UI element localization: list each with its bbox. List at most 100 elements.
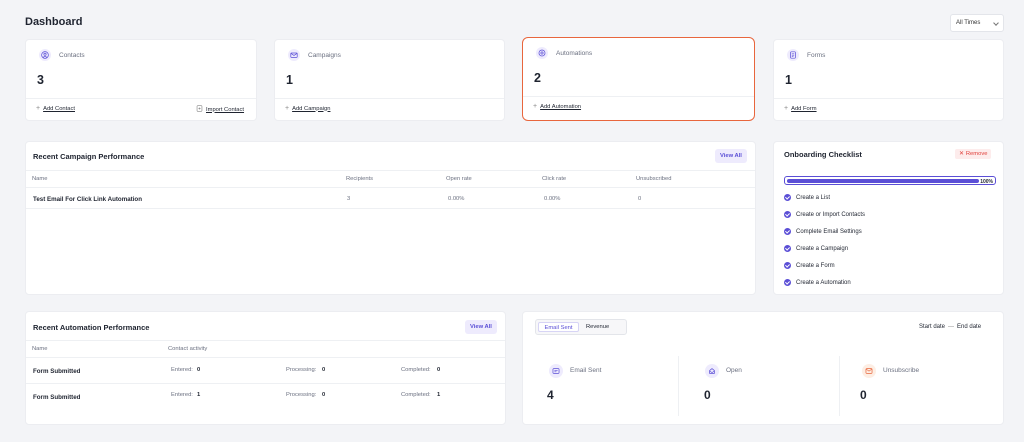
completed-label: Completed: bbox=[401, 367, 431, 373]
automations-count: 2 bbox=[534, 71, 541, 85]
divider bbox=[839, 356, 840, 416]
checklist-item[interactable]: Create a Campaign bbox=[784, 245, 848, 252]
automation-performance-panel: Recent Automation Performance View All N… bbox=[25, 311, 506, 425]
end-date: End date bbox=[957, 324, 982, 330]
checklist-item[interactable]: Create or Import Contacts bbox=[784, 211, 865, 218]
automations-label: Automations bbox=[556, 50, 593, 57]
processing-label: Processing: bbox=[286, 367, 317, 373]
check-circle-icon bbox=[784, 262, 791, 269]
add-contact-link[interactable]: + Add Contact bbox=[36, 105, 75, 112]
campaigns-label: Campaigns bbox=[308, 52, 341, 59]
col-header-unsubscribed: Unsubscribed bbox=[636, 176, 672, 182]
metric-label: Open bbox=[726, 367, 742, 374]
metric-label: Unsubscribe bbox=[883, 367, 920, 374]
unsubscribe-icon bbox=[862, 364, 876, 378]
remove-label: Remove bbox=[965, 151, 988, 157]
automation-name[interactable]: Form Submitted bbox=[33, 394, 80, 401]
plus-icon: + bbox=[36, 105, 41, 112]
time-range-select[interactable]: All Times bbox=[950, 14, 1004, 32]
checklist-item[interactable]: Create a Automation bbox=[784, 279, 851, 286]
automation-icon bbox=[536, 47, 548, 59]
close-icon: ✕ bbox=[959, 151, 964, 157]
add-form-label: Add Form bbox=[791, 105, 817, 112]
metric-value: 4 bbox=[547, 388, 554, 402]
check-circle-icon bbox=[784, 245, 791, 252]
metric-label: Email Sent bbox=[570, 367, 602, 374]
check-circle-icon bbox=[784, 279, 791, 286]
checklist-item-label: Create or Import Contacts bbox=[796, 211, 866, 218]
col-header-click-rate: Click rate bbox=[542, 176, 567, 182]
tab-revenue[interactable]: Revenue bbox=[586, 324, 609, 330]
checklist-item[interactable]: Complete Email Settings bbox=[784, 228, 862, 235]
form-icon bbox=[787, 49, 799, 61]
forms-card: Forms 1 + Add Form bbox=[773, 39, 1004, 121]
contacts-label: Contacts bbox=[59, 52, 85, 59]
add-form-link[interactable]: + Add Form bbox=[784, 105, 817, 112]
divider bbox=[678, 356, 679, 416]
import-contact-link[interactable]: Import Contact bbox=[196, 105, 244, 114]
progress-fill bbox=[786, 178, 979, 183]
add-automation-label: Add Automation bbox=[540, 103, 582, 110]
col-header-name: Name bbox=[32, 176, 48, 182]
add-campaign-link[interactable]: + Add Campaign bbox=[285, 105, 330, 112]
automation-name[interactable]: Form Submitted bbox=[33, 368, 80, 375]
import-icon bbox=[196, 105, 203, 114]
user-circle-icon bbox=[39, 49, 51, 61]
col-header-name: Name bbox=[32, 346, 48, 352]
forms-label: Forms bbox=[807, 52, 826, 59]
campaign-recipients: 3 bbox=[347, 196, 351, 202]
add-automation-link[interactable]: + Add Automation bbox=[533, 103, 581, 110]
checklist-item[interactable]: Create a Form bbox=[784, 262, 835, 269]
campaign-open-rate: 0.00% bbox=[448, 196, 465, 202]
add-contact-label: Add Contact bbox=[43, 105, 75, 112]
add-campaign-label: Add Campaign bbox=[292, 105, 331, 112]
checklist-item-label: Create a Campaign bbox=[796, 245, 849, 252]
chevron-down-icon bbox=[993, 20, 999, 26]
plus-icon: + bbox=[784, 105, 789, 112]
automation-performance-title: Recent Automation Performance bbox=[33, 323, 150, 332]
check-circle-icon bbox=[784, 228, 791, 235]
email-sent-icon bbox=[549, 364, 563, 378]
campaigns-card: Campaigns 1 + Add Campaign bbox=[274, 39, 505, 121]
metric-value: 0 bbox=[704, 388, 711, 402]
automations-card: Automations 2 + Add Automation bbox=[522, 37, 755, 121]
divider bbox=[26, 340, 505, 341]
open-icon bbox=[705, 364, 719, 378]
campaign-performance-panel: Recent Campaign Performance View All Nam… bbox=[25, 141, 756, 295]
col-header-open-rate: Open rate bbox=[446, 176, 472, 182]
start-date: Start date bbox=[919, 324, 946, 330]
check-circle-icon bbox=[784, 194, 791, 201]
divider bbox=[26, 170, 755, 171]
date-range-arrow: — bbox=[948, 324, 955, 330]
divider bbox=[26, 383, 505, 384]
checklist-item-label: Create a Automation bbox=[796, 279, 851, 286]
onboarding-title: Onboarding Checklist bbox=[784, 150, 862, 159]
tab-email-sent[interactable]: Email Sent bbox=[538, 322, 579, 332]
completed-value: 0 bbox=[437, 367, 441, 373]
divider bbox=[26, 187, 755, 188]
checklist-item-label: Create a List bbox=[796, 194, 831, 201]
metric-value: 0 bbox=[860, 388, 867, 402]
progress-bar: 100% bbox=[784, 176, 996, 185]
divider bbox=[523, 96, 754, 97]
date-range-picker[interactable]: Start date — End date bbox=[919, 324, 981, 330]
entered-label: Entered: bbox=[171, 367, 193, 373]
campaign-name[interactable]: Test Email For Click Link Automation bbox=[33, 196, 142, 203]
entered-label: Entered: bbox=[171, 392, 193, 398]
import-contact-label: Import Contact bbox=[206, 106, 245, 113]
check-circle-icon bbox=[784, 211, 791, 218]
plus-icon: + bbox=[533, 103, 538, 110]
progress-label: 100% bbox=[980, 178, 993, 185]
processing-value: 0 bbox=[322, 367, 326, 373]
completed-label: Completed: bbox=[401, 392, 431, 398]
checklist-item-label: Create a Form bbox=[796, 262, 835, 269]
processing-value: 0 bbox=[322, 392, 326, 398]
checklist-item[interactable]: Create a List bbox=[784, 194, 830, 201]
processing-label: Processing: bbox=[286, 392, 317, 398]
automation-view-all-button[interactable]: View All bbox=[465, 320, 497, 334]
campaign-view-all-button[interactable]: View All bbox=[715, 149, 747, 163]
checklist-item-label: Complete Email Settings bbox=[796, 228, 862, 235]
remove-button[interactable]: ✕ Remove bbox=[955, 149, 992, 159]
contacts-count: 3 bbox=[37, 73, 44, 87]
campaign-unsubscribed: 0 bbox=[638, 196, 642, 202]
